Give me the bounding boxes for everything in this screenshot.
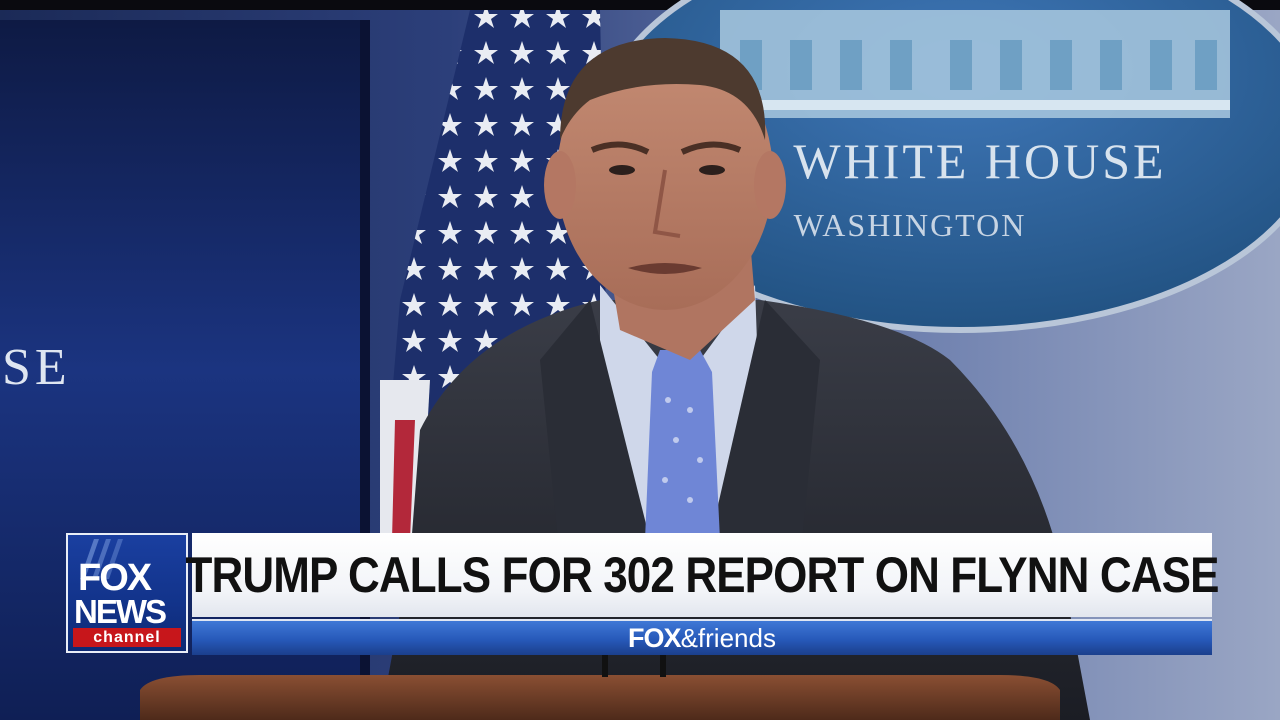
logo-news-text: NEWS	[74, 593, 167, 630]
seal-line-1: WHITE HOUSE	[793, 133, 1166, 189]
podium	[140, 675, 1060, 720]
headline-bar: TRUMP CALLS FOR 302 REPORT ON FLYNN CASE	[185, 533, 1219, 617]
tie	[645, 350, 720, 560]
seal-line-2: WASHINGTON	[794, 207, 1027, 243]
fox-news-channel-logo: FOX NEWS channel	[66, 533, 188, 653]
logo-channel-text: channel	[73, 628, 181, 647]
logo-fox-text: FOX	[78, 557, 152, 599]
left-panel-text: SE	[2, 339, 71, 396]
lower-third: FOX NEWS channel TRUMP CALLS FOR 302 REP…	[66, 533, 1219, 655]
headline-text: TRUMP CALLS FOR 302 REPORT ON FLYNN CASE	[185, 547, 1219, 603]
show-name: &friends	[680, 622, 776, 653]
show-brand: FOX	[628, 622, 682, 653]
show-bar: FOX &friends	[192, 619, 1212, 655]
